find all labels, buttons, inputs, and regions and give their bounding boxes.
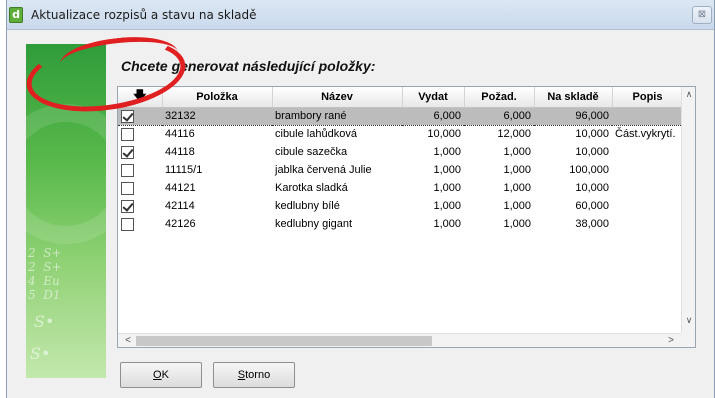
- table-row[interactable]: 44116 cibule lahůdková 10,000 12,000 10,000 Č…: [118, 125, 683, 143]
- header-row: 🡇 Položka Název Vydat Požad. Na skladě P…: [118, 87, 684, 108]
- row-checkbox[interactable]: [121, 127, 134, 141]
- scroll-left-icon[interactable]: <: [120, 334, 136, 347]
- title-bar[interactable]: d Aktualizace rozpisů a stavu na skladě …: [7, 0, 714, 30]
- s-glyph-decoration: S•: [34, 312, 55, 331]
- cell-pozad: 1,000: [503, 218, 531, 230]
- close-button[interactable]: ⊠: [692, 6, 712, 24]
- cell-pozad: 1,000: [503, 182, 531, 194]
- cell-popis: Část.vykrytí.: [615, 128, 676, 141]
- row-checkbox[interactable]: [121, 199, 134, 213]
- cell-polozka: 44118: [165, 146, 195, 158]
- cancel-button[interactable]: Storno: [213, 362, 295, 388]
- window-title: Aktualizace rozpisů a stavu na skladě: [31, 8, 257, 22]
- cell-popis: [612, 197, 683, 215]
- cell-na-sklade: 10,000: [575, 146, 609, 158]
- column-header-na-sklade[interactable]: Na skladě: [534, 87, 613, 108]
- scroll-thumb[interactable]: [136, 336, 432, 346]
- horizontal-scrollbar[interactable]: < >: [118, 333, 681, 347]
- cell-popis: [612, 215, 683, 233]
- cancel-label: torno: [245, 369, 271, 381]
- row-checkbox[interactable]: [121, 217, 134, 231]
- cell-polozka: 32132: [162, 106, 272, 126]
- checkbox-cell: [118, 106, 162, 126]
- scroll-up-icon[interactable]: ∧: [682, 89, 695, 105]
- green-side-panel: 2 S+ 2 S+ 4 Eu 5 D1 S• S•: [26, 44, 106, 378]
- cell-vydat: 1,000: [433, 146, 461, 158]
- app-icon: d: [9, 7, 23, 23]
- prompt-text: Chcete generovat následující položky:: [121, 58, 376, 74]
- swirl-decoration: [26, 104, 106, 244]
- down-arrow-icon: 🡇: [133, 88, 147, 104]
- cell-nazev: jablka červená Julie: [275, 164, 372, 176]
- scrollbar-corner: [681, 333, 695, 347]
- scroll-right-icon[interactable]: >: [663, 334, 679, 347]
- column-header-checkbox[interactable]: 🡇: [118, 87, 163, 108]
- cell-vydat: 10,000: [427, 128, 461, 141]
- items-grid[interactable]: 🡇 Položka Název Vydat Požad. Na skladě P…: [117, 86, 696, 348]
- cell-na-sklade: 100,000: [569, 164, 609, 176]
- checkbox-cell: [118, 143, 162, 161]
- ok-button[interactable]: OK: [120, 362, 202, 388]
- cell-vydat: 1,000: [433, 182, 461, 194]
- cell-na-sklade: 10,000: [575, 182, 609, 194]
- checkbox-cell: [118, 161, 162, 179]
- column-header-popis[interactable]: Popis: [612, 87, 684, 108]
- row-checkbox[interactable]: [121, 163, 134, 177]
- cell-polozka: 44116: [165, 128, 195, 141]
- cell-popis: [612, 161, 683, 179]
- column-header-vydat[interactable]: Vydat: [402, 87, 465, 108]
- cell-nazev: cibule lahůdková: [275, 128, 357, 141]
- column-header-polozka[interactable]: Položka: [162, 87, 273, 108]
- column-header-pozad[interactable]: Požad.: [464, 87, 535, 108]
- cell-na-sklade: 96,000: [534, 106, 612, 126]
- checkbox-cell: [118, 215, 162, 233]
- cell-nazev: cibule sazečka: [275, 146, 348, 158]
- checkbox-cell: [118, 197, 162, 215]
- cell-vydat: 1,000: [433, 218, 461, 230]
- ok-label: K: [161, 369, 169, 381]
- table-row[interactable]: 32132 brambory rané 6,000 6,000 96,000: [118, 106, 683, 126]
- s-glyph-decoration: S•: [30, 344, 51, 363]
- cell-nazev: brambory rané: [272, 106, 402, 126]
- dialog-window: d Aktualizace rozpisů a stavu na skladě …: [6, 0, 715, 398]
- cell-pozad: 1,000: [503, 200, 531, 212]
- table-row[interactable]: 42126 kedlubny gigant 1,000 1,000 38,000: [118, 215, 683, 233]
- cell-popis: [612, 143, 683, 161]
- checkbox-cell: [118, 125, 162, 143]
- table-row[interactable]: 42114 kedlubny bílé 1,000 1,000 60,000: [118, 197, 683, 215]
- cell-polozka: 42114: [165, 200, 195, 212]
- cell-polozka: 42126: [165, 218, 196, 230]
- column-header-nazev[interactable]: Název: [272, 87, 403, 108]
- cell-nazev: Karotka sladká: [275, 182, 348, 194]
- cell-nazev: kedlubny gigant: [275, 218, 353, 230]
- formula-decoration: 2 S+ 2 S+ 4 Eu 5 D1: [28, 246, 62, 302]
- row-checkbox[interactable]: [121, 109, 134, 123]
- cell-popis: [612, 179, 683, 197]
- checkbox-cell: [118, 179, 162, 197]
- row-checkbox[interactable]: [121, 181, 134, 195]
- ok-mnemonic: O: [153, 369, 162, 381]
- table-row[interactable]: 44118 cibule sazečka 1,000 1,000 10,000: [118, 143, 683, 161]
- cell-polozka: 11115/1: [165, 164, 203, 176]
- cell-nazev: kedlubny bílé: [275, 200, 340, 212]
- cell-vydat: 6,000: [402, 106, 464, 126]
- items-table: 🡇 Položka Název Vydat Požad. Na skladě P…: [118, 87, 684, 233]
- row-checkbox[interactable]: [121, 145, 134, 159]
- cell-na-sklade: 38,000: [575, 218, 609, 230]
- scroll-down-icon[interactable]: ∨: [682, 315, 695, 331]
- cell-vydat: 1,000: [433, 164, 461, 176]
- table-row[interactable]: 44121 Karotka sladká 1,000 1,000 10,000: [118, 179, 683, 197]
- cell-na-sklade: 60,000: [575, 200, 609, 212]
- cell-pozad: 1,000: [503, 146, 531, 158]
- table-row[interactable]: 11115/1 jablka červená Julie 1,000 1,000 100…: [118, 161, 683, 179]
- cell-polozka: 44121: [165, 182, 196, 194]
- cell-na-sklade: 10,000: [575, 128, 609, 141]
- cell-pozad: 12,000: [497, 128, 531, 141]
- cell-pozad: 1,000: [503, 164, 531, 176]
- vertical-scrollbar[interactable]: ∧ ∨: [681, 87, 695, 333]
- cell-popis: [612, 106, 683, 126]
- cell-vydat: 1,000: [433, 200, 461, 212]
- cell-pozad: 6,000: [464, 106, 534, 126]
